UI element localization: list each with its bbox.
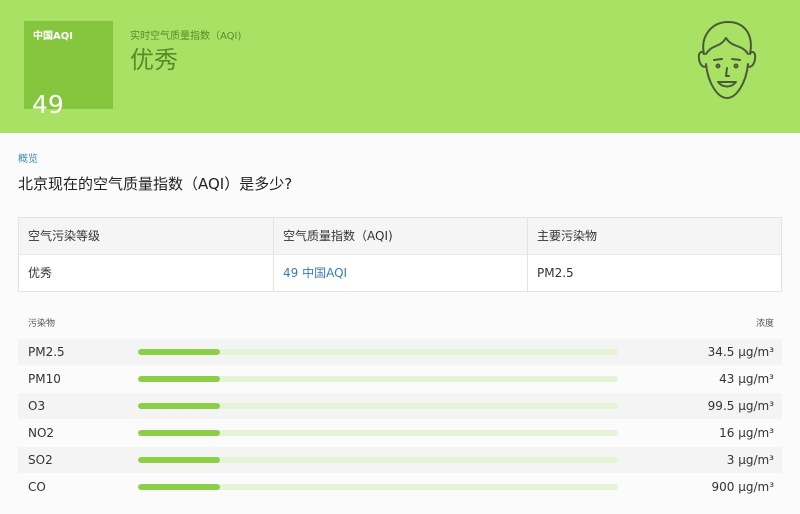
- pollutant-row: PM10 43 µg/m³: [18, 366, 782, 392]
- pollutant-value: 900 µg/m³: [711, 480, 774, 494]
- pollutant-name: SO2: [28, 453, 53, 467]
- page-question: 北京现在的空气质量指数（AQI）是多少?: [18, 175, 293, 193]
- summary-header-aqi: 空气质量指数（AQI): [274, 218, 528, 255]
- pollutant-value: 16 µg/m³: [719, 426, 774, 440]
- pollutant-row: O3 99.5 µg/m³: [18, 393, 782, 419]
- aqi-value: 49: [32, 90, 64, 119]
- concentration-bar: [138, 349, 618, 355]
- pollutant-name: PM2.5: [28, 345, 65, 359]
- summary-value-pollutant: PM2.5: [537, 266, 574, 280]
- aqi-badge: 中国AQI 49: [24, 21, 113, 119]
- summary-table: 空气污染等级 空气质量指数（AQI) 主要污染物 优秀 49 中国AQI PM2…: [18, 217, 782, 292]
- pollutant-name: PM10: [28, 372, 61, 386]
- pollutant-value: 99.5 µg/m³: [707, 399, 774, 413]
- concentration-bar: [138, 430, 618, 436]
- pollutant-column-header: 污染物: [28, 319, 56, 329]
- pollutant-row: PM2.5 34.5 µg/m³: [18, 339, 782, 365]
- concentration-bar: [138, 484, 618, 490]
- pollutant-name: O3: [28, 399, 46, 413]
- concentration-bar-fill: [138, 484, 220, 490]
- realtime-aqi-label: 实时空气质量指数（AQI): [130, 31, 242, 42]
- pollutant-name: NO2: [28, 426, 55, 440]
- pollutant-row: CO 900 µg/m³: [18, 474, 782, 500]
- concentration-bar: [138, 457, 618, 463]
- concentration-bar-fill: [138, 349, 220, 355]
- summary-header-pollutant: 主要污染物: [528, 218, 781, 255]
- concentration-bar: [138, 376, 618, 382]
- concentration-column-header: 浓度: [755, 319, 774, 329]
- smiling-face-icon: [697, 21, 757, 99]
- aqi-header-banner: 中国AQI 49 实时空气质量指数（AQI) 优秀: [0, 0, 800, 133]
- pollutant-name: CO: [28, 480, 46, 494]
- concentration-bar-fill: [138, 430, 220, 436]
- pollutant-row: NO2 16 µg/m³: [18, 420, 782, 446]
- summary-header-level: 空气污染等级: [19, 218, 274, 255]
- summary-value-aqi-link[interactable]: 49 中国AQI: [274, 255, 528, 291]
- pollutant-value: 34.5 µg/m³: [707, 345, 774, 359]
- overview-label: 概览: [18, 154, 38, 165]
- aqi-label: 中国AQI: [33, 31, 73, 42]
- concentration-bar-fill: [138, 403, 220, 409]
- pollutant-value: 3 µg/m³: [726, 453, 774, 467]
- summary-value-level: 优秀: [19, 255, 274, 291]
- concentration-bar: [138, 403, 618, 409]
- concentration-bar-fill: [138, 376, 220, 382]
- pollutant-value: 43 µg/m³: [719, 372, 774, 386]
- air-quality-level: 优秀: [130, 46, 178, 74]
- concentration-bar-fill: [138, 457, 220, 463]
- pollutant-row: SO2 3 µg/m³: [18, 447, 782, 473]
